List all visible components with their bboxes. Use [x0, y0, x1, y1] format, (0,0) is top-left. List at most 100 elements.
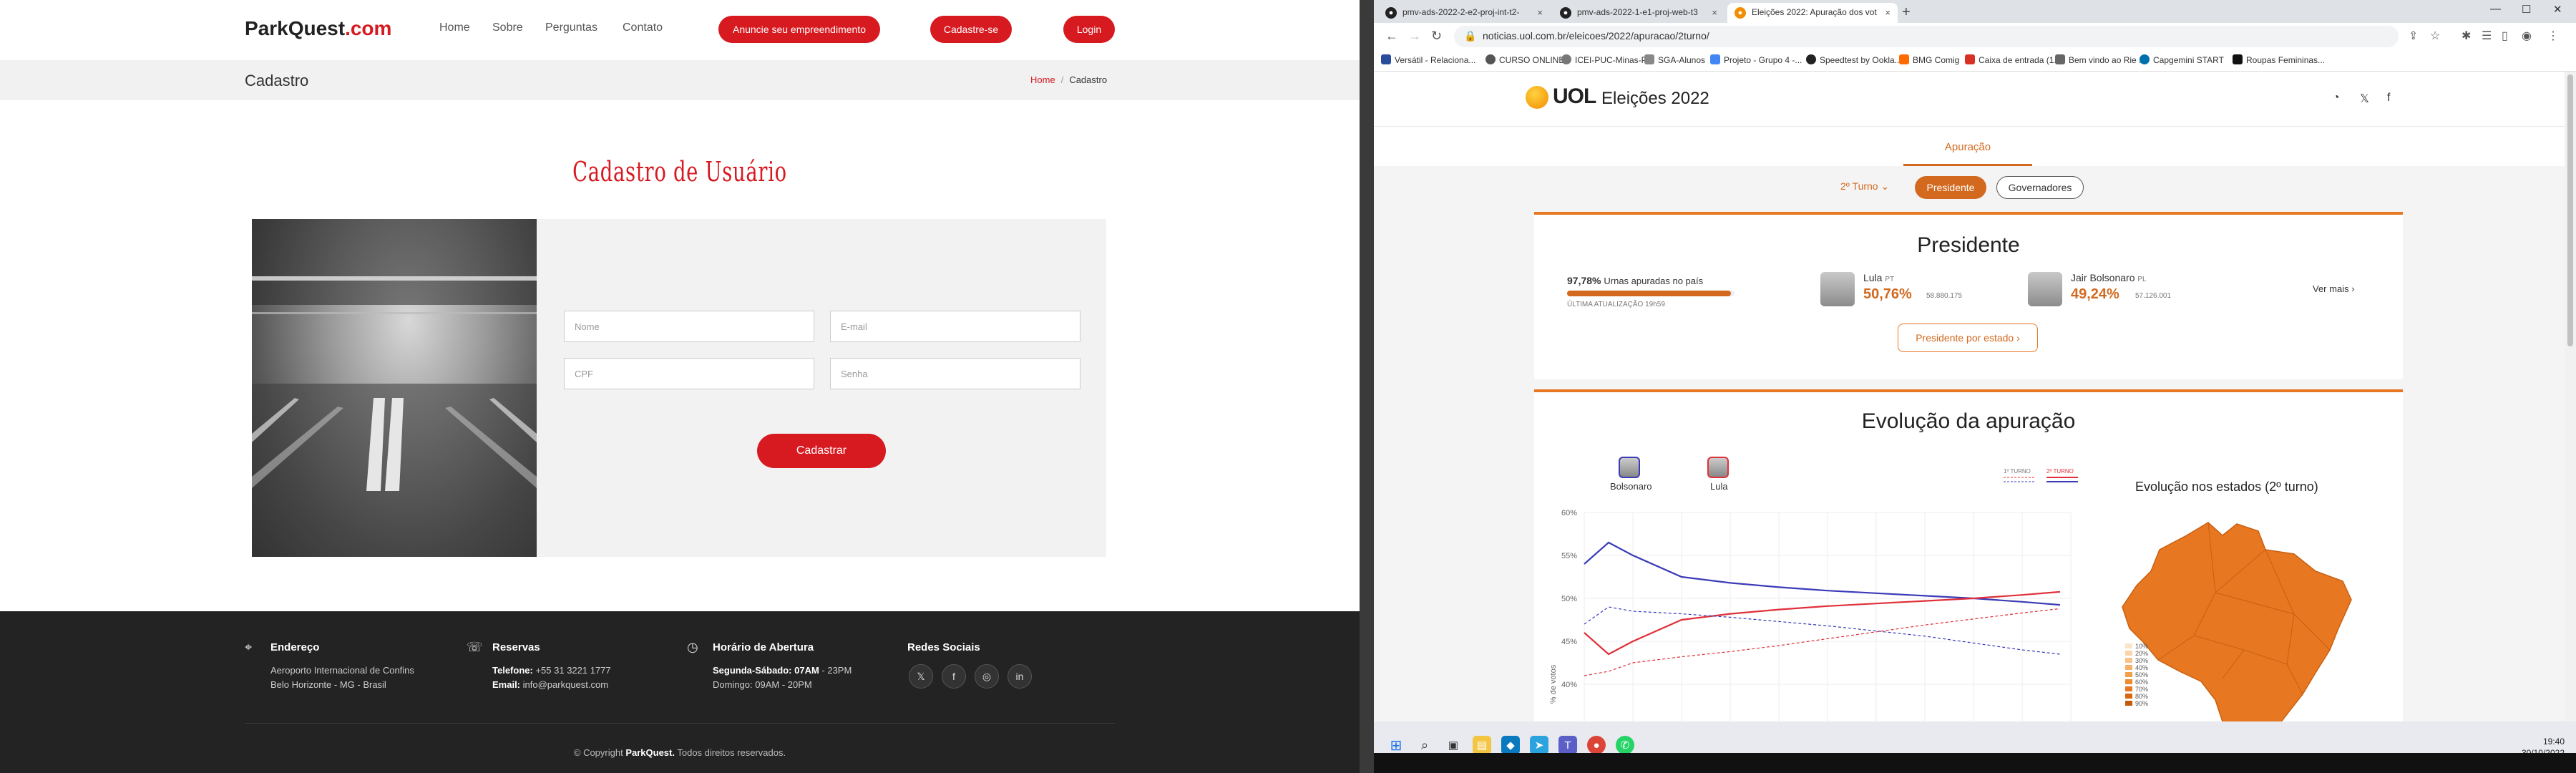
- nav-home[interactable]: Home: [439, 21, 470, 34]
- nome-input[interactable]: Nome: [564, 311, 814, 342]
- lula-votes: 58.880.175: [1926, 292, 1963, 300]
- linkedin-icon[interactable]: in: [1008, 664, 1032, 689]
- page-title: Cadastro: [245, 72, 309, 89]
- menu-icon[interactable]: ⋮: [2547, 29, 2559, 43]
- extensions-icon[interactable]: ✱: [2462, 29, 2471, 43]
- tab-2[interactable]: ● pmv-ads-2022-1-e1-proj-web-t3 ×: [1553, 3, 1724, 23]
- share-icon[interactable]: ⇪: [2409, 29, 2418, 43]
- brazil-map[interactable]: [2115, 507, 2358, 721]
- bookmark-10[interactable]: Capgemini START: [2140, 54, 2224, 65]
- bookmark-4[interactable]: SGA-Alunos: [1644, 54, 1705, 65]
- tab-strip: ● pmv-ads-2022-2-e2-proj-int-t2- × ● pmv…: [1374, 0, 2576, 23]
- presidente-por-estado-button[interactable]: Presidente por estado ›: [1898, 324, 2038, 352]
- footer-email: Email: info@parkquest.com: [492, 679, 609, 690]
- bookmark-1[interactable]: Versátil - Relaciona...: [1381, 54, 1475, 65]
- scrollbar-thumb[interactable]: [2567, 74, 2573, 346]
- site-navbar: ParkQuest.com Home Sobre Perguntas Conta…: [0, 0, 1360, 60]
- maximize-icon[interactable]: ☐: [2522, 3, 2531, 16]
- facebook-icon[interactable]: f: [942, 664, 966, 689]
- bookmark-3[interactable]: ICEI-PUC-Minas-P...: [1561, 54, 1653, 65]
- tab-3-active[interactable]: ● Eleições 2022: Apuração dos vot ×: [1727, 3, 1898, 23]
- bookmark-2[interactable]: CURSO ONLINE: [1485, 54, 1564, 65]
- tab-2-title: pmv-ads-2022-1-e1-proj-web-t3: [1577, 7, 1698, 17]
- twitter-icon[interactable]: 𝕏: [2360, 92, 2369, 106]
- turno-select[interactable]: 2º Turno ⌄: [1840, 180, 1889, 193]
- reading-list-icon[interactable]: ☰: [2482, 29, 2492, 43]
- bolsonaro-name: Jair Bolsonaro PL: [2071, 272, 2147, 283]
- telegram-icon[interactable]: ➤: [1530, 736, 1548, 754]
- window-divider: [1360, 0, 1374, 773]
- map-legend-item: 50%: [2125, 671, 2148, 679]
- email-input[interactable]: E-mail: [830, 311, 1080, 342]
- breadcrumb-home[interactable]: Home: [1030, 74, 1055, 85]
- lula-legend-photo: [1707, 457, 1729, 478]
- minimize-icon[interactable]: —: [2490, 3, 2501, 15]
- bookmark-11[interactable]: Roupas Femininas...: [2233, 54, 2325, 65]
- footer-endereco-title: Endereço: [270, 641, 320, 653]
- file-explorer-icon[interactable]: ▤: [1473, 736, 1491, 754]
- chrome-icon[interactable]: ●: [1587, 736, 1606, 754]
- profile-icon[interactable]: ◉: [2522, 29, 2532, 43]
- y-tick-label: 60%: [1561, 509, 1577, 517]
- site-logo[interactable]: ParkQuest.com: [245, 17, 391, 40]
- tab-1[interactable]: ● pmv-ads-2022-2-e2-proj-int-t2- ×: [1378, 3, 1550, 23]
- bookmark-9[interactable]: Bem vindo ao Rie ...: [2055, 54, 2146, 65]
- uol-logo-icon[interactable]: [1526, 86, 1548, 109]
- footer-reservas: ☏ Reservas Telefone: +55 31 3221 1777 Em…: [467, 640, 611, 692]
- forward-icon[interactable]: →: [1408, 29, 1421, 44]
- cadastrar-button[interactable]: Cadastrar: [757, 434, 886, 468]
- footer-horario: ◷ Horário de Abertura Segunda-Sábado: 07…: [687, 640, 852, 692]
- bookmark-6[interactable]: Speedtest by Ookla...: [1806, 54, 1902, 65]
- ver-mais-link[interactable]: Ver mais ›: [2313, 283, 2355, 294]
- legend-lula: Lula: [1710, 481, 1728, 492]
- nav-contato[interactable]: Contato: [623, 21, 663, 34]
- task-view-icon[interactable]: ▣: [1444, 736, 1463, 754]
- close-icon[interactable]: ×: [1537, 7, 1543, 18]
- legend-swatch: [2125, 658, 2132, 663]
- instagram-icon[interactable]: ◎: [975, 664, 999, 689]
- evolucao-chart: 60%55%50%45%40%35%% de votos: [1549, 509, 2072, 721]
- bookmark-7[interactable]: BMG Comig: [1899, 54, 1959, 65]
- login-button[interactable]: Login: [1063, 16, 1115, 43]
- teams-icon[interactable]: T: [1558, 736, 1577, 754]
- announce-button[interactable]: Anuncie seu empreendimento: [718, 16, 880, 43]
- governadores-pill[interactable]: Governadores: [1996, 176, 2084, 199]
- bookmark-8[interactable]: Caixa de entrada (1...: [1965, 54, 2061, 65]
- store-icon[interactable]: ◆: [1501, 736, 1520, 754]
- evolucao-card: Evolução da apuração Bolsonaro Lula 1º T…: [1534, 389, 2403, 721]
- star-icon[interactable]: ☆: [2430, 29, 2440, 43]
- tab-apuracao[interactable]: Apuração: [1903, 141, 2032, 153]
- windows-start-icon[interactable]: ⊞: [1387, 736, 1405, 754]
- footer-hours-sunday: Domingo: 09AM - 20PM: [713, 679, 812, 690]
- whatsapp-icon[interactable]: ◔: [2333, 92, 2340, 104]
- close-icon[interactable]: ×: [1885, 7, 1890, 18]
- twitter-icon[interactable]: 𝕏: [909, 664, 933, 689]
- site-footer: ⌖ Endereço Aeroporto Internacional de Co…: [0, 611, 1360, 773]
- nav-sobre[interactable]: Sobre: [492, 21, 523, 34]
- page-scrollbar[interactable]: [2565, 72, 2576, 721]
- bookmark-5[interactable]: Projeto - Grupo 4 -...: [1710, 54, 1802, 65]
- map-title: Evolução nos estados (2º turno): [2135, 480, 2318, 494]
- uol-brand[interactable]: UOL: [1553, 84, 1596, 109]
- filter-bar: 2º Turno ⌄ Presidente Governadores: [1374, 166, 2565, 208]
- chevron-down-icon: ⌄: [1880, 180, 1890, 192]
- facebook-icon[interactable]: f: [2387, 92, 2390, 104]
- search-icon[interactable]: ⌕: [1415, 736, 1434, 754]
- signup-button[interactable]: Cadastre-se: [930, 16, 1012, 43]
- senha-input[interactable]: Senha: [830, 358, 1080, 389]
- close-window-icon[interactable]: ✕: [2553, 3, 2562, 16]
- section-title: Eleições 2022: [1601, 89, 1709, 108]
- side-panel-icon[interactable]: ▯: [2502, 29, 2508, 43]
- close-icon[interactable]: ×: [1712, 7, 1717, 18]
- cpf-input[interactable]: CPF: [564, 358, 814, 389]
- presidente-pill[interactable]: Presidente: [1915, 176, 1986, 199]
- whatsapp-icon[interactable]: ✆: [1616, 736, 1634, 754]
- address-bar[interactable]: 🔒 noticias.uol.com.br/eleicoes/2022/apur…: [1454, 26, 2399, 47]
- nav-perguntas[interactable]: Perguntas: [545, 21, 597, 34]
- bolsonaro-votes: 57.126.001: [2135, 292, 2172, 300]
- back-icon[interactable]: ←: [1385, 29, 1398, 44]
- new-tab-icon[interactable]: +: [1902, 4, 1911, 21]
- reload-icon[interactable]: ↻: [1431, 29, 1442, 44]
- tab-3-title: Eleições 2022: Apuração dos vot: [1752, 7, 1877, 17]
- uol-header: UOL Eleições 2022 ◔ 𝕏 f: [1374, 72, 2565, 126]
